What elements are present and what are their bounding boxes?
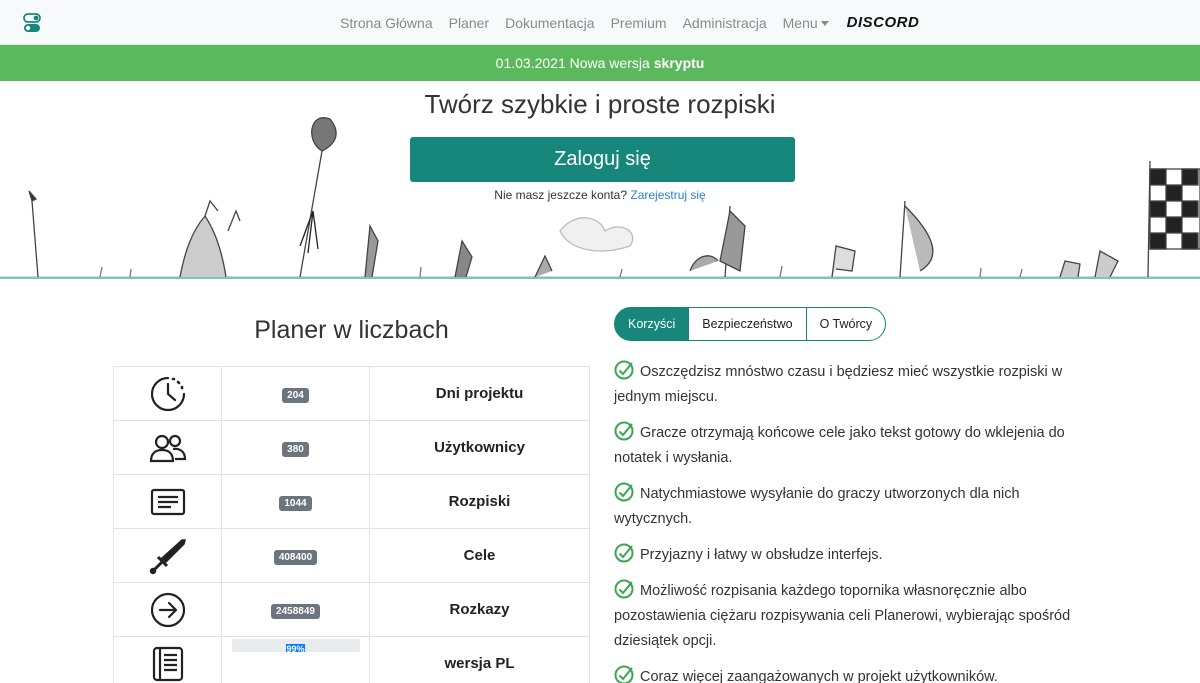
list-item: Możliwość rozpisania każdego topornika w… bbox=[614, 579, 1094, 654]
register-prompt-text: Nie masz jeszcze konta? bbox=[494, 188, 628, 202]
benefits-list: Oszczędzisz mnóstwo czasu i będziesz mie… bbox=[614, 360, 1094, 683]
stat-value-badge: 408400 bbox=[273, 549, 318, 565]
info-tabs: Korzyści Bezpieczeństwo O Twórcy bbox=[614, 307, 887, 341]
check-circle-icon bbox=[614, 665, 634, 683]
stat-label: wersja PL bbox=[369, 636, 590, 683]
hero-section: Twórz szybkie i proste rozpiski Zaloguj … bbox=[0, 81, 1200, 279]
sword-icon bbox=[149, 538, 186, 574]
document-icon bbox=[150, 488, 185, 515]
list-item: Gracze otrzymają końcowe cele jako tekst… bbox=[614, 421, 1094, 471]
tab-benefits[interactable]: Korzyści bbox=[614, 307, 690, 341]
progress-bar: 99% bbox=[286, 643, 305, 652]
banner-date: 01.03.2021 bbox=[495, 55, 566, 71]
toggle-logo-icon[interactable] bbox=[23, 13, 41, 33]
benefit-text: Przyjazny i łatwy w obsłudze interfejs. bbox=[640, 547, 883, 563]
table-row: 204 Dni projektu bbox=[113, 366, 590, 421]
nav-menu: Strona Główna Planer Dokumentacja Premiu… bbox=[340, 0, 919, 45]
nav-link-admin[interactable]: Administracja bbox=[683, 15, 767, 31]
stats-table: 204 Dni projektu 380 Użytkownicy 1044 Ro… bbox=[113, 366, 590, 683]
register-prompt: Nie masz jeszcze konta? Zarejestruj się bbox=[0, 188, 1200, 202]
stat-value-badge: 1044 bbox=[279, 495, 312, 511]
users-icon bbox=[149, 434, 186, 462]
announcement-banner: 01.03.2021 Nowa wersja skryptu bbox=[0, 45, 1200, 81]
table-row: 1044 Rozpiski bbox=[113, 474, 590, 529]
list-item: Coraz więcej zaangażowanych w projekt uż… bbox=[614, 665, 1094, 683]
stat-label: Użytkownicy bbox=[369, 420, 590, 475]
login-button[interactable]: Zaloguj się bbox=[410, 137, 795, 182]
stat-value-badge: 380 bbox=[282, 441, 309, 457]
benefit-text: Możliwość rozpisania każdego topornika w… bbox=[614, 583, 1071, 649]
benefit-text: Oszczędzisz mnóstwo czasu i będziesz mie… bbox=[614, 364, 1063, 405]
nav-link-docs[interactable]: Dokumentacja bbox=[505, 15, 595, 31]
stat-value-badge: 204 bbox=[282, 387, 309, 403]
list-item: Oszczędzisz mnóstwo czasu i będziesz mie… bbox=[614, 360, 1094, 410]
clock-icon bbox=[150, 376, 185, 411]
check-circle-icon bbox=[614, 482, 634, 502]
nav-link-home[interactable]: Strona Główna bbox=[340, 15, 433, 31]
banner-highlight[interactable]: skryptu bbox=[654, 55, 705, 71]
benefit-text: Gracze otrzymają końcowe cele jako tekst… bbox=[614, 425, 1065, 466]
stat-label: Rozpiski bbox=[369, 474, 590, 529]
table-row: 380 Użytkownicy bbox=[113, 420, 590, 475]
menu-label: Menu bbox=[782, 14, 818, 31]
benefit-text: Coraz więcej zaangażowanych w projekt uż… bbox=[640, 669, 998, 683]
stats-title: Planer w liczbach bbox=[254, 316, 449, 344]
banner-text: Nowa wersja bbox=[569, 55, 650, 71]
nav-menu-dropdown[interactable]: Menu bbox=[783, 15, 829, 31]
translation-progress: 99% bbox=[231, 638, 360, 652]
book-icon bbox=[152, 646, 183, 681]
caret-down-icon bbox=[820, 20, 829, 26]
check-circle-icon bbox=[614, 421, 634, 441]
register-link[interactable]: Zarejestruj się bbox=[630, 188, 705, 202]
tab-author[interactable]: O Twórcy bbox=[805, 307, 887, 341]
table-row: 99% wersja PL bbox=[113, 636, 590, 683]
arrow-circle-icon bbox=[150, 592, 185, 627]
stat-label: Rozkazy bbox=[369, 582, 590, 637]
tab-security[interactable]: Bezpieczeństwo bbox=[688, 307, 807, 341]
discord-logo-link[interactable]: DISCORD bbox=[847, 14, 920, 31]
check-circle-icon bbox=[614, 543, 634, 563]
nav-link-planner[interactable]: Planer bbox=[449, 15, 489, 31]
nav-link-premium[interactable]: Premium bbox=[611, 15, 667, 31]
list-item: Przyjazny i łatwy w obsłudze interfejs. bbox=[614, 543, 1094, 568]
check-circle-icon bbox=[614, 579, 634, 599]
stat-value-badge: 2458849 bbox=[271, 603, 320, 619]
check-circle-icon bbox=[614, 360, 634, 380]
stat-label: Dni projektu bbox=[369, 366, 590, 421]
table-row: 2458849 Rozkazy bbox=[113, 582, 590, 637]
top-navbar: Strona Główna Planer Dokumentacja Premiu… bbox=[0, 0, 1200, 45]
benefit-text: Natychmiastowe wysyłanie do graczy utwor… bbox=[614, 486, 1020, 527]
list-item: Natychmiastowe wysyłanie do graczy utwor… bbox=[614, 482, 1094, 532]
hero-title: Twórz szybkie i proste rozpiski bbox=[424, 89, 776, 119]
stat-label: Cele bbox=[369, 528, 590, 583]
table-row: 408400 Cele bbox=[113, 528, 590, 583]
